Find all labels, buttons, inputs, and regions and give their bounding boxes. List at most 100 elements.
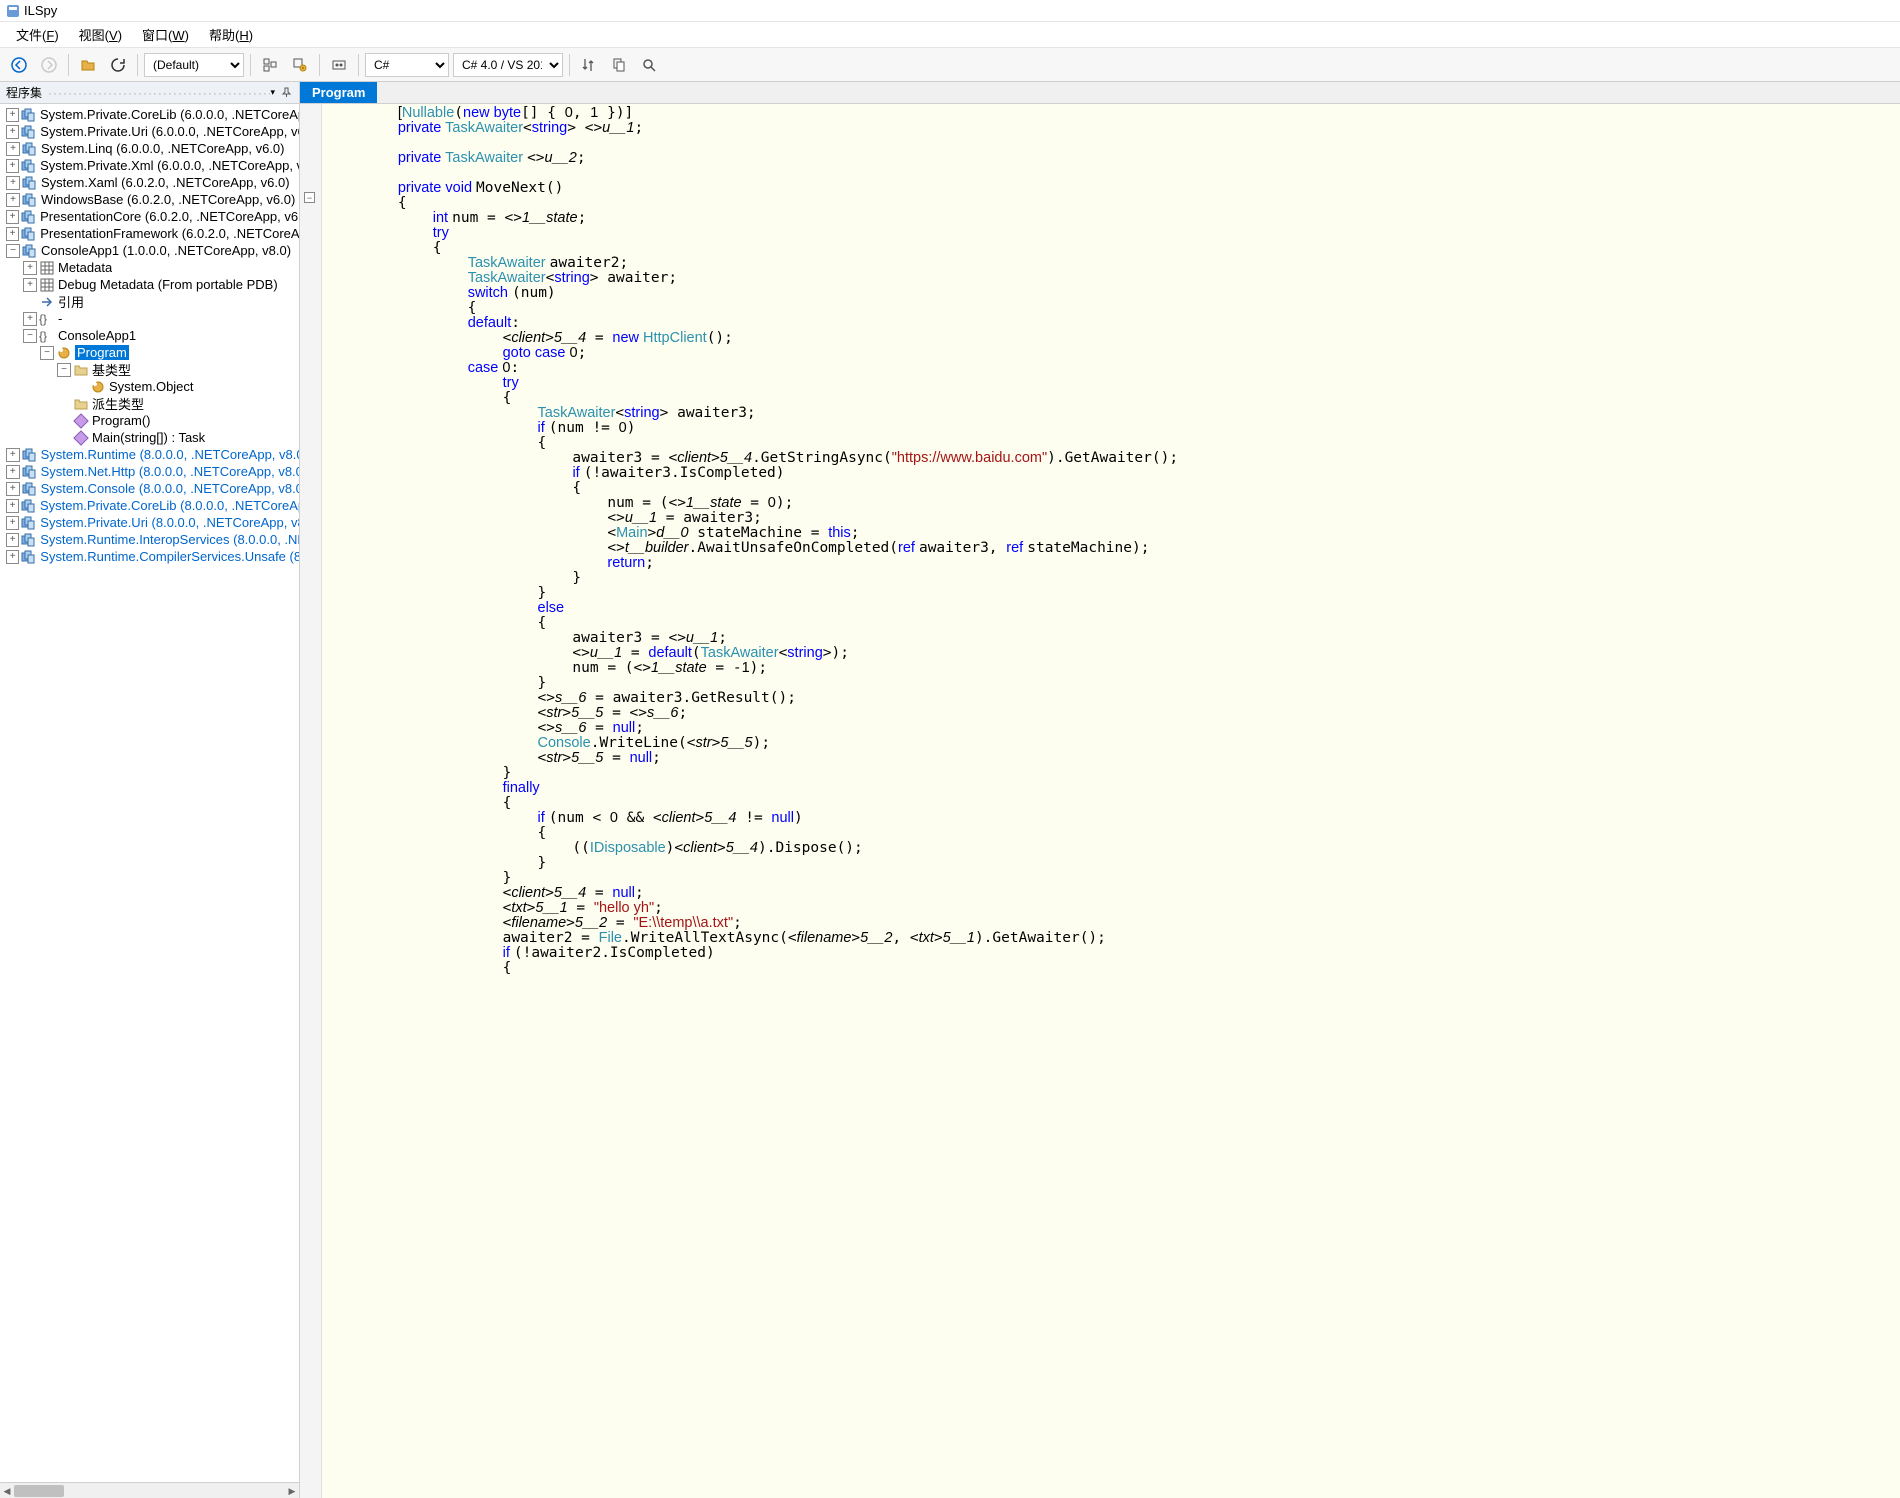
tree-label: System.Runtime.InteropServices (8.0.0.0,… xyxy=(40,532,299,547)
tree-row[interactable]: 引用 xyxy=(2,293,299,310)
meta-icon xyxy=(39,277,55,293)
expand-icon[interactable]: + xyxy=(23,278,37,292)
tree-label: System.Console (8.0.0.0, .NETCoreApp, v8… xyxy=(41,481,299,496)
sort-button[interactable] xyxy=(576,52,602,78)
expand-icon[interactable]: + xyxy=(6,227,19,241)
asm-icon xyxy=(22,447,38,463)
tab-program[interactable]: Program xyxy=(300,82,377,103)
tree-row[interactable]: +System.Linq (6.0.0.0, .NETCoreApp, v6.0… xyxy=(2,140,299,157)
expand-icon[interactable]: + xyxy=(6,465,20,479)
collapse-icon[interactable]: − xyxy=(40,346,54,360)
expand-icon[interactable]: + xyxy=(6,516,19,530)
expand-icon[interactable]: + xyxy=(6,108,19,122)
collapse-icon[interactable]: − xyxy=(57,363,71,377)
menu-help[interactable]: 帮助(H) xyxy=(199,23,263,46)
tree-row[interactable]: Program() xyxy=(2,412,299,429)
search-button[interactable] xyxy=(636,52,662,78)
tree-row[interactable]: +PresentationFramework (6.0.2.0, .NETCor… xyxy=(2,225,299,242)
tree-row[interactable]: −基类型 xyxy=(2,361,299,378)
menu-view[interactable]: 视图(V) xyxy=(69,23,132,46)
open-button[interactable] xyxy=(75,52,101,78)
tree-row[interactable]: 派生类型 xyxy=(2,395,299,412)
version-combo[interactable]: C# 4.0 / VS 2010 xyxy=(453,53,563,77)
tree-label: ConsoleApp1 xyxy=(58,328,136,343)
pin-icon[interactable] xyxy=(279,86,293,100)
collapse-button[interactable] xyxy=(257,52,283,78)
tree-row[interactable]: Main(string[]) : Task xyxy=(2,429,299,446)
tree-row[interactable]: + System.Xaml (6.0.2.0, .NETCoreApp, v6.0… xyxy=(2,174,299,191)
expand-icon[interactable]: + xyxy=(6,125,19,139)
tree-row[interactable]: +System.Net.Http (8.0.0.0, .NETCoreApp, … xyxy=(2,463,299,480)
expand-icon[interactable]: + xyxy=(6,193,20,207)
expand-icon[interactable]: + xyxy=(6,448,20,462)
tree-row[interactable]: +System.Private.CoreLib (8.0.0.0, .NETCo… xyxy=(2,497,299,514)
tree-row[interactable]: +System.Runtime.CompilerServices.Unsafe … xyxy=(2,548,299,565)
tabstrip: Program xyxy=(300,82,1900,104)
tree-label: System.Runtime (8.0.0.0, .NETCoreApp, v8… xyxy=(41,447,299,462)
expand-icon[interactable]: + xyxy=(6,533,19,547)
tree-label: ConsoleApp1 (1.0.0.0, .NETCoreApp, v8.0) xyxy=(41,243,291,258)
private-button[interactable] xyxy=(287,52,313,78)
view-combo[interactable]: C# xyxy=(365,53,449,77)
back-button[interactable] xyxy=(6,52,32,78)
menu-window[interactable]: 窗口(W) xyxy=(132,23,199,46)
svg-text:{}: {} xyxy=(39,329,47,343)
copy-button[interactable] xyxy=(606,52,632,78)
tree-row[interactable]: − ConsoleApp1 (1.0.0.0, .NETCoreApp, v8.0… xyxy=(2,242,299,259)
fold-icon[interactable]: − xyxy=(304,192,315,203)
folder-icon xyxy=(73,362,89,378)
collapse-icon[interactable]: − xyxy=(23,329,37,343)
asm-icon xyxy=(21,532,37,548)
expand-icon[interactable]: + xyxy=(6,210,19,224)
scroll-thumb[interactable] xyxy=(14,1485,64,1497)
tree-spacer xyxy=(57,414,71,428)
asm-icon xyxy=(21,107,37,123)
tree-row[interactable]: −Program xyxy=(2,344,299,361)
collapse-icon[interactable]: − xyxy=(6,244,20,258)
ns-icon: {} xyxy=(39,328,55,344)
forward-button[interactable] xyxy=(36,52,62,78)
expand-icon[interactable]: + xyxy=(23,261,37,275)
tree-label: - xyxy=(58,311,62,326)
expand-icon[interactable]: + xyxy=(6,550,19,564)
tree-row[interactable]: + System.Runtime.InteropServices (8.0.0.0… xyxy=(2,531,299,548)
nuget-button[interactable] xyxy=(326,52,352,78)
tree-row[interactable]: + System.Console (8.0.0.0, .NETCoreApp, v… xyxy=(2,480,299,497)
asm-icon xyxy=(22,481,38,497)
tree-row[interactable]: + WindowsBase (6.0.2.0, .NETCoreApp, v6.0… xyxy=(2,191,299,208)
tree-row[interactable]: +System.Private.CoreLib (6.0.0.0, .NETCo… xyxy=(2,106,299,123)
tree-row[interactable]: System.Object xyxy=(2,378,299,395)
tree-label: WindowsBase (6.0.2.0, .NETCoreApp, v6.0) xyxy=(41,192,295,207)
horizontal-scrollbar[interactable]: ◀ ▶ xyxy=(0,1482,299,1498)
expand-icon[interactable]: + xyxy=(6,482,20,496)
scroll-right-icon[interactable]: ▶ xyxy=(285,1483,299,1498)
tree-row[interactable]: +System.Private.Uri (6.0.0.0, .NETCoreAp… xyxy=(2,123,299,140)
expand-icon[interactable]: + xyxy=(6,142,20,156)
panel-dropdown-icon[interactable]: ▾ xyxy=(270,87,275,98)
tree-label: Main(string[]) : Task xyxy=(92,430,205,445)
tree-label: System.Xaml (6.0.2.0, .NETCoreApp, v6.0) xyxy=(41,175,290,190)
menu-file[interactable]: 文件(F) xyxy=(6,23,69,46)
expand-icon[interactable]: + xyxy=(6,176,20,190)
tree-row[interactable]: +System.Private.Xml (6.0.0.0, .NETCoreAp… xyxy=(2,157,299,174)
assembly-tree[interactable]: +System.Private.CoreLib (6.0.0.0, .NETCo… xyxy=(0,104,299,1482)
tree-row[interactable]: + System.Runtime (8.0.0.0, .NETCoreApp, v… xyxy=(2,446,299,463)
code-viewer[interactable]: − [Nullable(new byte[] { 0, 1 })] privat… xyxy=(300,104,1900,1498)
expand-icon[interactable]: + xyxy=(6,159,19,173)
asm-icon xyxy=(21,158,37,174)
tree-row[interactable]: +{}- xyxy=(2,310,299,327)
tree-row[interactable]: +PresentationCore (6.0.2.0, .NETCoreApp,… xyxy=(2,208,299,225)
cls-icon xyxy=(90,379,106,395)
expand-icon[interactable]: + xyxy=(6,499,19,513)
scroll-left-icon[interactable]: ◀ xyxy=(0,1483,14,1498)
tree-row[interactable]: −{} ConsoleApp1 xyxy=(2,327,299,344)
language-combo[interactable]: (Default) xyxy=(144,53,244,77)
content-area: Program − [Nullable(new byte[] { 0, 1 })… xyxy=(300,82,1900,1498)
tree-row[interactable]: +Debug Metadata (From portable PDB) xyxy=(2,276,299,293)
code-gutter: − xyxy=(300,104,322,1498)
refresh-button[interactable] xyxy=(105,52,131,78)
tree-row[interactable]: +System.Private.Uri (8.0.0.0, .NETCoreAp… xyxy=(2,514,299,531)
app-title: ILSpy xyxy=(24,3,57,18)
expand-icon[interactable]: + xyxy=(23,312,37,326)
tree-row[interactable]: +Metadata xyxy=(2,259,299,276)
